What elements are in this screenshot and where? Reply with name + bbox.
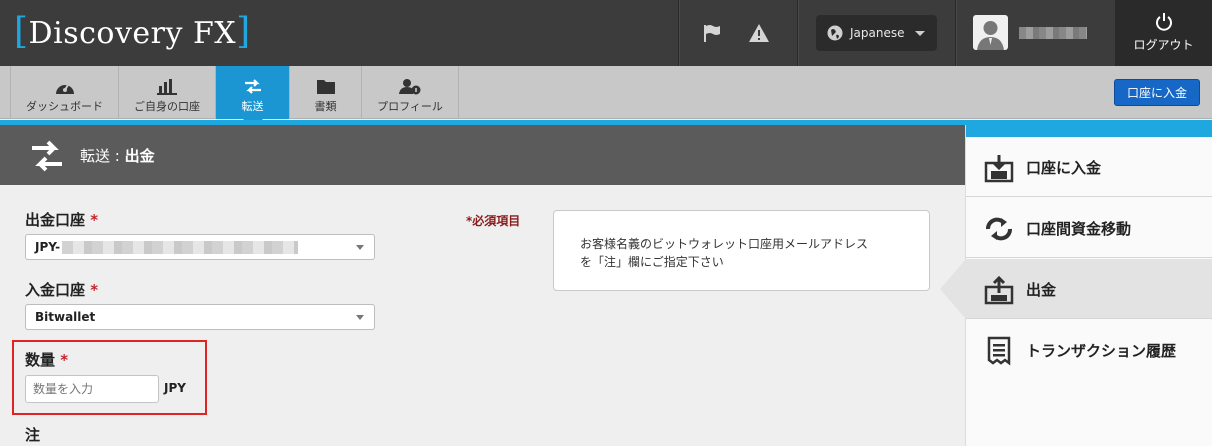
main-nav: ダッシュボード ご自身の口座 転送 書類 プロフィール 口座に入金 [0,66,1212,129]
globe-icon [827,25,843,41]
page-title: 転送 : 出金 [80,147,155,165]
transfer-icon [32,140,62,172]
side-item-withdraw[interactable]: 出金 [940,259,1212,319]
language-label: Japanese [850,26,905,40]
withdraw-form: 出金口座 * *必須項目 JPY- 入金口座 * Bitwallet 数量 * … [0,185,965,446]
tab-label: 書類 [314,100,337,113]
logout-label: ログアウト [1133,38,1194,52]
accent-bar [966,125,1212,137]
amount-input[interactable] [25,375,159,403]
profile-icon [399,79,421,95]
side-menu: 口座に入金 口座間資金移動 出金 トランザクション履歴 [940,125,1212,446]
username-redacted [1019,27,1087,39]
dashboard-icon [55,82,74,94]
bar-chart-icon [157,79,177,95]
side-item-label: 出金 [1026,281,1057,299]
from-account-label: 出金口座 * [25,211,99,229]
tab-profile[interactable]: プロフィール [362,66,459,119]
tab-dashboard[interactable]: ダッシュボード [10,66,119,119]
tab-label: ご自身の口座 [134,100,200,113]
withdraw-icon [984,275,1014,305]
warning-icon[interactable] [748,22,770,44]
divider [678,0,679,66]
side-item-transaction-history[interactable]: トランザクション履歴 [966,320,1212,380]
language-select[interactable]: Japanese [816,15,937,51]
logout-button[interactable]: ログアウト [1115,0,1212,66]
top-header: [Discovery FX] Japanese ログアウト [0,0,1212,66]
side-item-deposit[interactable]: 口座に入金 [966,137,1212,197]
tab-label: 転送 [241,100,264,113]
tab-accounts[interactable]: ご自身の口座 [119,66,216,119]
avatar[interactable] [973,15,1008,50]
side-item-label: 口座間資金移動 [1026,220,1132,238]
internal-transfer-icon [986,217,1012,241]
side-item-label: トランザクション履歴 [1026,342,1177,360]
amount-unit: JPY [164,381,186,395]
deposit-button[interactable]: 口座に入金 [1114,79,1200,106]
chevron-down-icon [356,315,364,320]
to-account-select[interactable]: Bitwallet [25,304,375,330]
user-icon [977,21,1004,50]
folder-icon [316,80,335,94]
tab-transfer[interactable]: 転送 [216,66,290,129]
flag-icon[interactable] [701,22,723,44]
chevron-down-icon [356,245,364,250]
chevron-down-icon [915,31,925,36]
notice-box: お客様名義のビットウォレット口座用メールアドレス を「注」欄にご指定下さい [553,210,930,291]
tab-label: プロフィール [377,100,443,113]
note-label: 注 [25,426,41,444]
transfer-icon [244,79,261,94]
amount-label: 数量 * [25,351,69,369]
from-account-select[interactable]: JPY- [25,234,375,260]
side-item-internal-transfer[interactable]: 口座間資金移動 [966,198,1212,258]
side-item-label: 口座に入金 [1026,159,1102,177]
deposit-icon [984,155,1014,183]
logo[interactable]: [Discovery FX] [14,10,251,54]
account-number-redacted [62,241,299,254]
receipt-icon [987,336,1011,366]
power-icon [1155,13,1172,31]
required-note: *必須項目 [466,214,521,228]
divider [797,0,798,66]
page-header: 転送 : 出金 [0,125,965,185]
tab-documents[interactable]: 書類 [290,66,362,119]
divider [955,0,956,66]
tab-label: ダッシュボード [26,100,103,113]
to-account-label: 入金口座 * [25,281,99,299]
